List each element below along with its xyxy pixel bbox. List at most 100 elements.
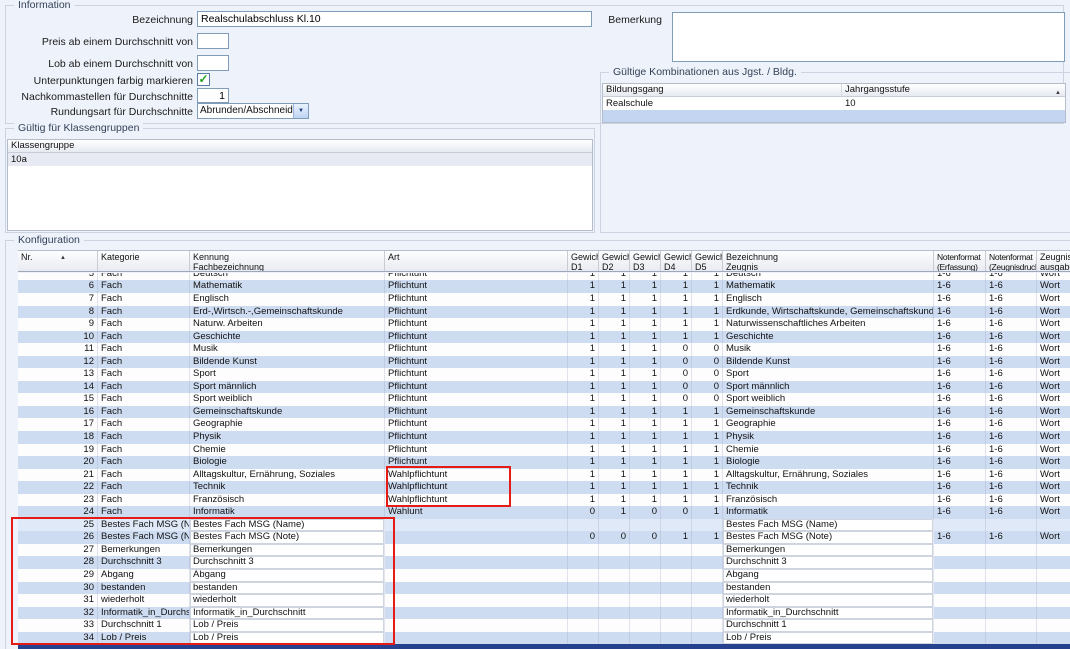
table-row[interactable]: 9FachNaturw. ArbeitenPflichtunt11111Natu… bbox=[18, 318, 1070, 331]
cell-notenformat-erfassung bbox=[934, 594, 986, 607]
table-row[interactable]: 6FachMathematikPflichtunt11111Mathematik… bbox=[18, 280, 1070, 293]
col-header-gewicht-d2[interactable]: GewichtD2 bbox=[599, 251, 630, 271]
cell-kennung-fachbezeichnung: Sport männlich bbox=[190, 381, 385, 394]
cell-nr: 12 bbox=[18, 356, 98, 369]
cell-notenformat-erfassung bbox=[934, 556, 986, 569]
cell-bezeichnung-zeugnis: wiederholt bbox=[723, 594, 934, 607]
col-header-nr[interactable]: Nr.▲ bbox=[18, 251, 98, 271]
table-row[interactable]: 11FachMusikPflichtunt11100Musik1-61-6Wor… bbox=[18, 343, 1070, 356]
cell-kennung-fachbezeichnung: Englisch bbox=[190, 293, 385, 306]
unterpunktungen-label: Unterpunktungen farbig markieren bbox=[0, 75, 193, 87]
table-row[interactable]: 10FachGeschichtePflichtunt11111Geschicht… bbox=[18, 331, 1070, 344]
cell-gewicht-d3: 1 bbox=[630, 331, 661, 344]
unterpunktungen-checkbox[interactable]: ✓ bbox=[197, 73, 210, 86]
cell-nr: 10 bbox=[18, 331, 98, 344]
table-row[interactable]: 13FachSportPflichtunt11100Sport1-61-6Wor… bbox=[18, 368, 1070, 381]
table-row[interactable]: 12FachBildende KunstPflichtunt11100Bilde… bbox=[18, 356, 1070, 369]
cell-notenformat-zeugnisdruck bbox=[986, 569, 1037, 582]
cell-zeugnisausgabe bbox=[1037, 607, 1070, 620]
cell-gewicht-d4: 0 bbox=[661, 368, 692, 381]
col-header-notenformat-erfassung[interactable]: Notenformat(Erfassung) bbox=[934, 251, 986, 271]
cell-art: Pflichtunt bbox=[385, 418, 568, 431]
cell-zeugnisausgabe bbox=[1037, 556, 1070, 569]
table-row[interactable]: 14FachSport männlichPflichtunt11100Sport… bbox=[18, 381, 1070, 394]
cell-art bbox=[385, 556, 568, 569]
table-row[interactable]: 18FachPhysikPflichtunt11111Physik1-61-6W… bbox=[18, 431, 1070, 444]
col-header-gewicht-d3[interactable]: GewichtD3 bbox=[630, 251, 661, 271]
cell-bezeichnung-zeugnis: Geschichte bbox=[723, 331, 934, 344]
cell-bezeichnung-zeugnis: Englisch bbox=[723, 293, 934, 306]
table-row[interactable]: 8FachErd-,Wirtsch.-,GemeinschaftskundePf… bbox=[18, 306, 1070, 319]
col-header-zeugnisausgabe[interactable]: Zeugnis-ausgabe bbox=[1037, 251, 1070, 271]
cell-kategorie: Fach bbox=[98, 456, 190, 469]
cell-notenformat-erfassung bbox=[934, 544, 986, 557]
cell-bezeichnung-zeugnis: bestanden bbox=[723, 582, 934, 595]
cell-zeugnisausgabe bbox=[1037, 519, 1070, 532]
rundungsart-combobox[interactable]: Abrunden/Abschneiden ▼ bbox=[197, 103, 309, 119]
cell-gewicht-d1 bbox=[568, 594, 599, 607]
cell-gewicht-d2: 1 bbox=[599, 280, 630, 293]
preis-durchschnitt-input[interactable] bbox=[197, 33, 229, 49]
col-header-bezeichnung-zeugnis[interactable]: BezeichnungZeugnis bbox=[723, 251, 934, 271]
table-row[interactable]: 20FachBiologiePflichtunt11111Biologie1-6… bbox=[18, 456, 1070, 469]
cell-gewicht-d4: 1 bbox=[661, 481, 692, 494]
klassengruppen-row[interactable]: 10a bbox=[8, 153, 592, 166]
cell-zeugnisausgabe bbox=[1037, 619, 1070, 632]
bemerkung-textarea[interactable] bbox=[672, 12, 1065, 62]
cell-bezeichnung-zeugnis: Bestes Fach MSG (Note) bbox=[723, 531, 934, 544]
cell-notenformat-zeugnisdruck bbox=[986, 556, 1037, 569]
cell-art: Pflichtunt bbox=[385, 293, 568, 306]
cell-bezeichnung-zeugnis: Technik bbox=[723, 481, 934, 494]
table-row[interactable]: 15FachSport weiblichPflichtunt11100Sport… bbox=[18, 393, 1070, 406]
col-header-jahrgangsstufe[interactable]: Jahrgangsstufe bbox=[842, 84, 1065, 96]
cell-bezeichnung-zeugnis: Abgang bbox=[723, 569, 934, 582]
chevron-down-icon[interactable]: ▼ bbox=[293, 104, 308, 118]
table-row[interactable]: 5FachDeutschPflichtunt11111Deutsch1-61-6… bbox=[18, 273, 1070, 280]
table-row[interactable]: 22FachTechnikWahlpflichtunt11111Technik1… bbox=[18, 481, 1070, 494]
table-row[interactable]: 17FachGeographiePflichtunt11111Geographi… bbox=[18, 418, 1070, 431]
kombinationen-selected-empty-row[interactable] bbox=[603, 110, 1065, 123]
kombinationen-table: Bildungsgang Jahrgangsstufe ▲ Realschule… bbox=[602, 83, 1066, 123]
cell-notenformat-erfassung: 1-6 bbox=[934, 293, 986, 306]
rundungsart-label: Rundungsart für Durchschnitte bbox=[0, 106, 193, 118]
cell-gewicht-d4 bbox=[661, 582, 692, 595]
zeugnisformular-dialog: Information Bezeichnung Preis ab einem D… bbox=[0, 0, 1070, 649]
col-header-klassengruppe[interactable]: Klassengruppe bbox=[8, 140, 592, 152]
lob-durchschnitt-input[interactable] bbox=[197, 55, 229, 71]
col-header-kategorie[interactable]: Kategorie bbox=[98, 251, 190, 271]
cell-gewicht-d1: 0 bbox=[568, 531, 599, 544]
cell-gewicht-d4: 1 bbox=[661, 418, 692, 431]
cell-gewicht-d1 bbox=[568, 632, 599, 645]
cell-gewicht-d3: 1 bbox=[630, 418, 661, 431]
cell-klassengruppe: 10a bbox=[8, 153, 592, 166]
col-header-notenformat-zeugnisdruck[interactable]: Notenformat(Zeugnisdruck) bbox=[986, 251, 1037, 271]
col-header-gewicht-d5[interactable]: GewichtD5 bbox=[692, 251, 723, 271]
cell-gewicht-d2 bbox=[599, 556, 630, 569]
cell-bezeichnung-zeugnis: Sport bbox=[723, 368, 934, 381]
col-header-gewicht-d4[interactable]: GewichtD4 bbox=[661, 251, 692, 271]
kombinationen-row[interactable]: Realschule 10 bbox=[603, 97, 1065, 110]
cell-gewicht-d3 bbox=[630, 594, 661, 607]
cell-kategorie: Fach bbox=[98, 481, 190, 494]
cell-gewicht-d3: 1 bbox=[630, 494, 661, 507]
cell-gewicht-d5 bbox=[692, 582, 723, 595]
table-row[interactable]: 16FachGemeinschaftskundePflichtunt11111G… bbox=[18, 406, 1070, 419]
table-row[interactable]: 19FachChemiePflichtunt11111Chemie1-61-6W… bbox=[18, 444, 1070, 457]
table-row[interactable]: 7FachEnglischPflichtunt11111Englisch1-61… bbox=[18, 293, 1070, 306]
col-header-bildungsgang[interactable]: Bildungsgang bbox=[603, 84, 842, 96]
col-header-gewicht-d1[interactable]: GewichtD1 bbox=[568, 251, 599, 271]
cell-nr: 18 bbox=[18, 431, 98, 444]
cell-notenformat-zeugnisdruck: 1-6 bbox=[986, 531, 1037, 544]
nachkommastellen-input[interactable] bbox=[197, 88, 229, 103]
table-row[interactable]: 21FachAlltagskultur, Ernährung, Soziales… bbox=[18, 469, 1070, 482]
table-row[interactable]: 23FachFranzösischWahlpflichtunt11111Fran… bbox=[18, 494, 1070, 507]
cell-gewicht-d1: 1 bbox=[568, 306, 599, 319]
selected-row-partial[interactable] bbox=[18, 644, 1070, 649]
cell-notenformat-erfassung: 1-6 bbox=[934, 444, 986, 457]
col-header-kennung-fachbezeichnung[interactable]: KennungFachbezeichnung bbox=[190, 251, 385, 271]
col-header-art[interactable]: Art bbox=[385, 251, 568, 271]
cell-gewicht-d4 bbox=[661, 607, 692, 620]
cell-gewicht-d1: 1 bbox=[568, 331, 599, 344]
cell-gewicht-d3: 0 bbox=[630, 506, 661, 519]
cell-notenformat-erfassung bbox=[934, 619, 986, 632]
